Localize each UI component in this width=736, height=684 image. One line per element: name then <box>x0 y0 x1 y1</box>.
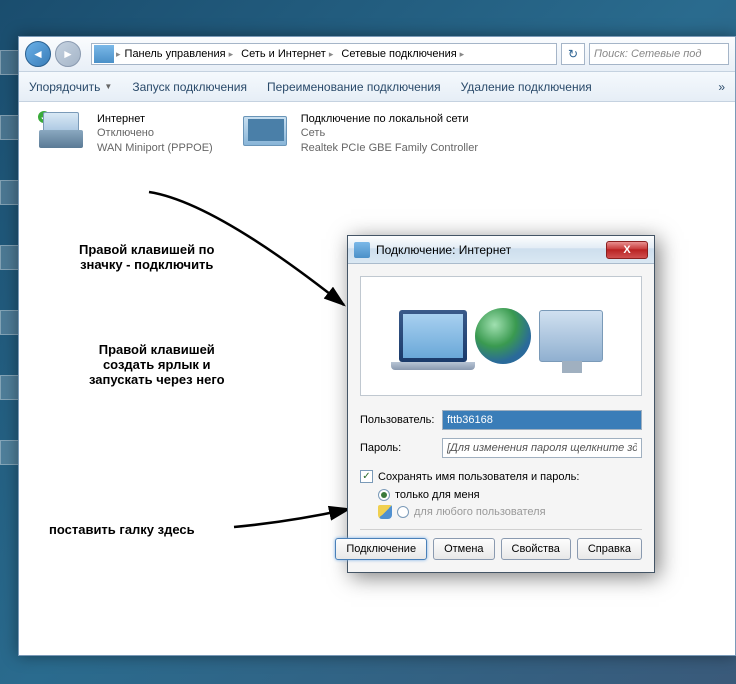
connection-title: Интернет <box>97 112 213 126</box>
connection-title: Подключение по локальной сети <box>301 112 478 126</box>
address-bar-row: ◄ ► ▸ Панель управления▸ Сеть и Интернет… <box>19 37 735 72</box>
username-input[interactable] <box>442 410 642 430</box>
forward-button[interactable]: ► <box>55 41 81 67</box>
chevron-right-icon: ▸ <box>229 49 234 60</box>
only-me-radio[interactable] <box>378 489 390 501</box>
breadcrumb-segment: Сеть и Интернет▸ <box>237 48 337 60</box>
delete-connection-button[interactable]: Удаление подключения <box>461 80 592 94</box>
modem-icon: ✓ <box>39 112 87 148</box>
connection-dialog: Подключение: Интернет X Пользователь: Па… <box>347 235 655 573</box>
chevron-right-icon: ▸ <box>329 49 334 60</box>
connection-device: WAN Miniport (PPPOE) <box>97 141 213 155</box>
dialog-titlebar[interactable]: Подключение: Интернет X <box>348 236 654 264</box>
chevron-down-icon: ▼ <box>104 82 112 91</box>
separator <box>360 529 642 530</box>
any-user-radio[interactable] <box>397 506 409 518</box>
password-label: Пароль: <box>360 442 442 454</box>
more-button[interactable]: » <box>718 80 725 94</box>
chevron-right-icon: ▸ <box>460 49 465 60</box>
dialog-title: Подключение: Интернет <box>376 243 511 257</box>
arrow-icon <box>134 187 364 317</box>
connection-text: Интернет Отключено WAN Miniport (PPPOE) <box>97 112 213 155</box>
save-credentials-checkbox[interactable]: ✓ <box>360 470 373 483</box>
refresh-button[interactable]: ↻ <box>561 43 585 65</box>
desktop-icon <box>539 310 603 362</box>
dialog-body: Пользователь: Пароль: ✓ Сохранять имя по… <box>348 264 654 572</box>
connect-button[interactable]: Подключение <box>335 538 427 560</box>
connection-status: Отключено <box>97 126 213 140</box>
back-button[interactable]: ◄ <box>25 41 51 67</box>
arrow-icon <box>229 497 359 537</box>
shield-icon <box>378 505 392 519</box>
save-credentials-label: Сохранять имя пользователя и пароль: <box>378 471 579 483</box>
connection-text: Подключение по локальной сети Сеть Realt… <box>301 112 478 155</box>
laptop-icon <box>399 310 467 362</box>
cancel-button[interactable]: Отмена <box>433 538 494 560</box>
search-input[interactable]: Поиск: Сетевые под <box>589 43 729 65</box>
annotation-text: Правой клавишей создать ярлык и запускат… <box>89 342 225 387</box>
connection-device: Realtek PCIe GBE Family Controller <box>301 141 478 155</box>
network-icon <box>94 45 114 63</box>
annotation-text: поставить галку здесь <box>49 522 195 537</box>
close-button[interactable]: X <box>606 241 648 259</box>
password-input[interactable] <box>442 438 642 458</box>
connection-icon <box>354 242 370 258</box>
globe-icon <box>475 308 531 364</box>
toolbar: Упорядочить▼ Запуск подключения Переимен… <box>19 72 735 102</box>
properties-button[interactable]: Свойства <box>501 538 571 560</box>
organize-menu[interactable]: Упорядочить▼ <box>29 80 112 94</box>
connection-status: Сеть <box>301 126 478 140</box>
connection-illustration <box>360 276 642 396</box>
any-user-label: для любого пользователя <box>414 506 546 518</box>
breadcrumb[interactable]: ▸ Панель управления▸ Сеть и Интернет▸ Се… <box>91 43 557 65</box>
breadcrumb-segment: Сетевые подключения▸ <box>337 48 468 60</box>
lan-icon <box>243 112 291 148</box>
help-button[interactable]: Справка <box>577 538 642 560</box>
username-label: Пользователь: <box>360 414 442 426</box>
start-connection-button[interactable]: Запуск подключения <box>132 80 247 94</box>
rename-connection-button[interactable]: Переименование подключения <box>267 80 441 94</box>
breadcrumb-segment: Панель управления▸ <box>121 48 238 60</box>
only-me-label: только для меня <box>395 489 480 501</box>
